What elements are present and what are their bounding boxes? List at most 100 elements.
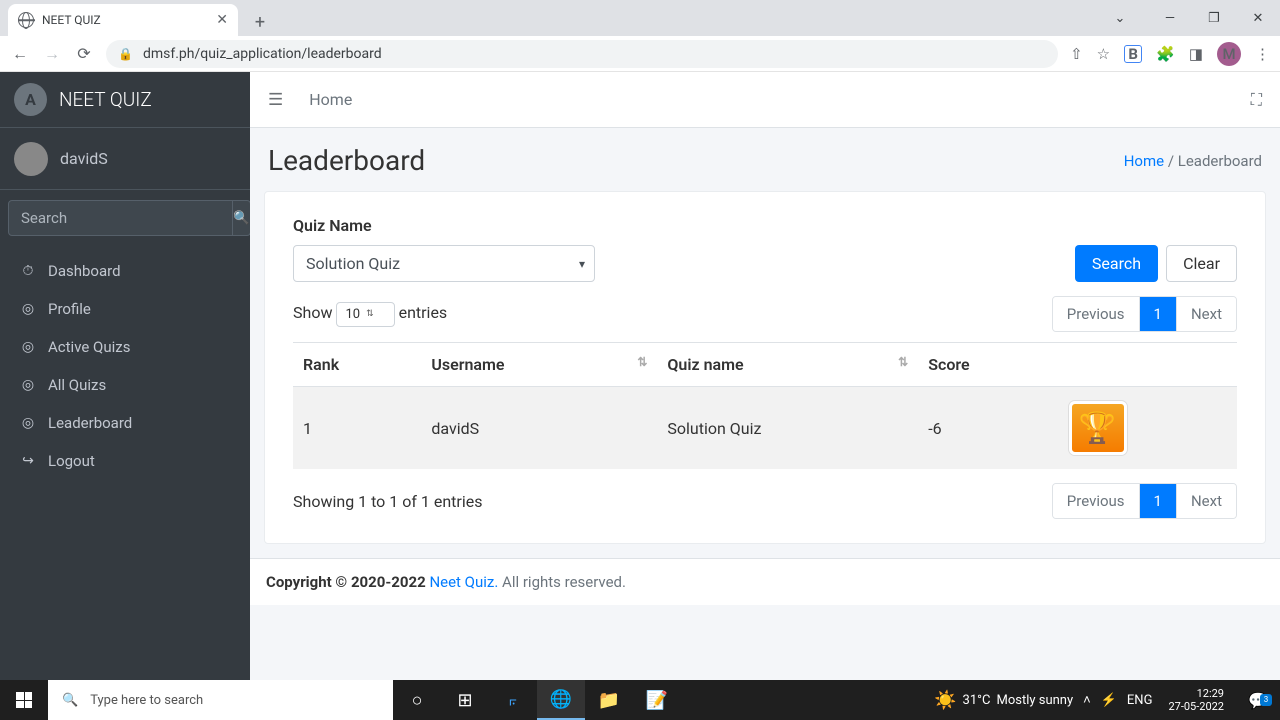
footer-rights: All rights reserved. — [498, 573, 626, 591]
taskview-icon[interactable]: ⊞ — [441, 680, 489, 720]
url-bar[interactable]: 🔒 dmsf.ph/quiz_application/leaderboard — [106, 40, 1058, 68]
sort-icon[interactable]: ⇅ — [637, 355, 647, 369]
forward-button[interactable]: → — [42, 44, 62, 64]
clock-date: 27-05-2022 — [1168, 700, 1224, 713]
col-rank[interactable]: Rank — [293, 343, 421, 387]
quiz-select[interactable]: Solution Quiz — [293, 245, 595, 282]
notifications-icon[interactable]: 💬3 — [1240, 691, 1276, 710]
sidepanel-icon[interactable]: ◨ — [1189, 45, 1203, 63]
taskbar: 🔍 Type here to search ○ ⊞ ⟔ 🌐 📁 📝 ☀️ 31°… — [0, 680, 1280, 720]
clock[interactable]: 12:29 27-05-2022 — [1162, 687, 1230, 713]
col-score[interactable]: Score — [918, 343, 1058, 387]
weather-widget[interactable]: ☀️ 31°C Mostly sunny — [934, 690, 1073, 711]
footer-brand-link[interactable]: Neet Quiz. — [429, 573, 498, 591]
nav-profile[interactable]: ◎ Profile — [8, 290, 242, 328]
profile-avatar[interactable]: M — [1217, 42, 1241, 66]
entries-control: Show 10 entries — [293, 302, 447, 327]
search-placeholder: Type here to search — [90, 693, 203, 708]
leaderboard-icon: ◎ — [18, 415, 38, 431]
leaderboard-table: Rank Username⇅ Quiz name⇅ Score 1 davidS… — [293, 342, 1237, 469]
tray-lang[interactable]: ENG — [1127, 693, 1153, 708]
cortana-icon[interactable]: ○ — [393, 680, 441, 720]
system-tray: ☀️ 31°C Mostly sunny ˄ ⚡ ENG 12:29 27-05… — [930, 687, 1280, 713]
nav-label: Logout — [48, 452, 95, 470]
browser-toolbar: ⇧ ☆ B 🧩 ◨ M ⋮ — [1070, 42, 1270, 66]
user-name: davidS — [60, 149, 108, 168]
brand-name: NEET QUIZ — [59, 88, 152, 111]
maximize-button[interactable]: ❐ — [1192, 3, 1236, 33]
col-quizname[interactable]: Quiz name⇅ — [657, 343, 918, 387]
nav-label: Dashboard — [48, 262, 121, 280]
page-1-button[interactable]: 1 — [1140, 297, 1177, 331]
globe-icon — [18, 12, 34, 28]
nav-active-quizs[interactable]: ◎Active Quizs — [8, 328, 242, 366]
menu-icon[interactable]: ⋮ — [1255, 45, 1270, 63]
search-input[interactable] — [8, 200, 233, 236]
nav-all-quizs[interactable]: ◎All Quizs — [8, 366, 242, 404]
extensions-icon[interactable]: 🧩 — [1156, 45, 1175, 63]
tab-close-icon[interactable]: ✕ — [216, 12, 228, 28]
chevron-down-icon[interactable]: ⌄ — [1098, 3, 1142, 33]
vscode-icon[interactable]: ⟔ — [489, 680, 537, 720]
topbar-home-link[interactable]: Home — [309, 90, 352, 109]
content-header: Leaderboard Home / Leaderboard — [250, 128, 1280, 187]
weather-icon: ☀️ — [934, 690, 956, 711]
tray-chevron-icon[interactable]: ˄ — [1083, 692, 1091, 708]
next-button[interactable]: Next — [1177, 484, 1236, 518]
search-icon: 🔍 — [62, 693, 78, 708]
reload-button[interactable]: ⟳ — [74, 44, 94, 64]
table-controls-bottom: Showing 1 to 1 of 1 entries Previous 1 N… — [293, 483, 1237, 519]
table-info: Showing 1 to 1 of 1 entries — [293, 492, 482, 511]
back-button[interactable]: ← — [10, 44, 30, 64]
cell-trophy: 🏆 — [1059, 387, 1237, 470]
search-button[interactable]: Search — [1075, 245, 1158, 282]
sort-icon[interactable]: ⇅ — [898, 355, 908, 369]
profile-icon: ◎ — [18, 301, 38, 317]
nav-leaderboard[interactable]: ◎Leaderboard — [8, 404, 242, 442]
bookmark-icon[interactable]: ☆ — [1097, 45, 1110, 63]
brand[interactable]: A NEET QUIZ — [0, 72, 250, 128]
extension-b-icon[interactable]: B — [1124, 45, 1142, 63]
clear-button[interactable]: Clear — [1166, 245, 1237, 282]
col-trophy — [1059, 343, 1237, 387]
dashboard-icon: ⏱ — [18, 263, 38, 279]
chrome-icon[interactable]: 🌐 — [537, 680, 585, 720]
prev-button[interactable]: Previous — [1053, 484, 1140, 518]
quiz-name-label: Quiz Name — [293, 216, 1237, 235]
close-window-button[interactable]: ✕ — [1236, 3, 1280, 33]
search-button[interactable]: 🔍 — [233, 200, 251, 236]
nav-label: Active Quizs — [48, 338, 130, 356]
prev-button[interactable]: Previous — [1053, 297, 1140, 331]
page-1-button[interactable]: 1 — [1140, 484, 1177, 518]
nav-label: Profile — [48, 300, 91, 318]
entries-select[interactable]: 10 — [336, 302, 394, 327]
next-button[interactable]: Next — [1177, 297, 1236, 331]
share-icon[interactable]: ⇧ — [1070, 45, 1083, 63]
browser-tab[interactable]: NEET QUIZ ✕ — [8, 4, 238, 36]
nav-dashboard[interactable]: ⏱ Dashboard — [8, 252, 242, 290]
fullscreen-icon[interactable]: ⛶ — [1251, 90, 1262, 110]
browser-tab-strip: NEET QUIZ ✕ + ⌄ — ❐ ✕ — [0, 0, 1280, 36]
windows-icon — [16, 692, 32, 708]
all-quiz-icon: ◎ — [18, 377, 38, 393]
explorer-icon[interactable]: 📁 — [585, 680, 633, 720]
lock-icon: 🔒 — [118, 47, 133, 61]
cell-score: -6 — [918, 387, 1058, 470]
start-button[interactable] — [0, 680, 48, 720]
sidebar: A NEET QUIZ davidS 🔍 ⏱ Dashboard ◎ Profile… — [0, 72, 250, 680]
minimize-button[interactable]: — — [1148, 3, 1192, 33]
menu-toggle-icon[interactable]: ☰ — [268, 90, 283, 110]
notes-icon[interactable]: 📝 — [633, 680, 681, 720]
user-panel[interactable]: davidS — [0, 128, 250, 190]
taskbar-search[interactable]: 🔍 Type here to search — [48, 680, 393, 720]
entries-label: entries — [399, 303, 448, 322]
tray-power-icon[interactable]: ⚡ — [1101, 693, 1117, 708]
col-username[interactable]: Username⇅ — [421, 343, 657, 387]
cell-quizname: Solution Quiz — [657, 387, 918, 470]
new-tab-button[interactable]: + — [246, 8, 274, 36]
nav-logout[interactable]: ↪Logout — [8, 442, 242, 480]
table-row: 1 davidS Solution Quiz -6 🏆 — [293, 387, 1237, 470]
cell-rank: 1 — [293, 387, 421, 470]
topbar: ☰ Home ⛶ — [250, 72, 1280, 128]
breadcrumb-home[interactable]: Home — [1124, 152, 1164, 170]
